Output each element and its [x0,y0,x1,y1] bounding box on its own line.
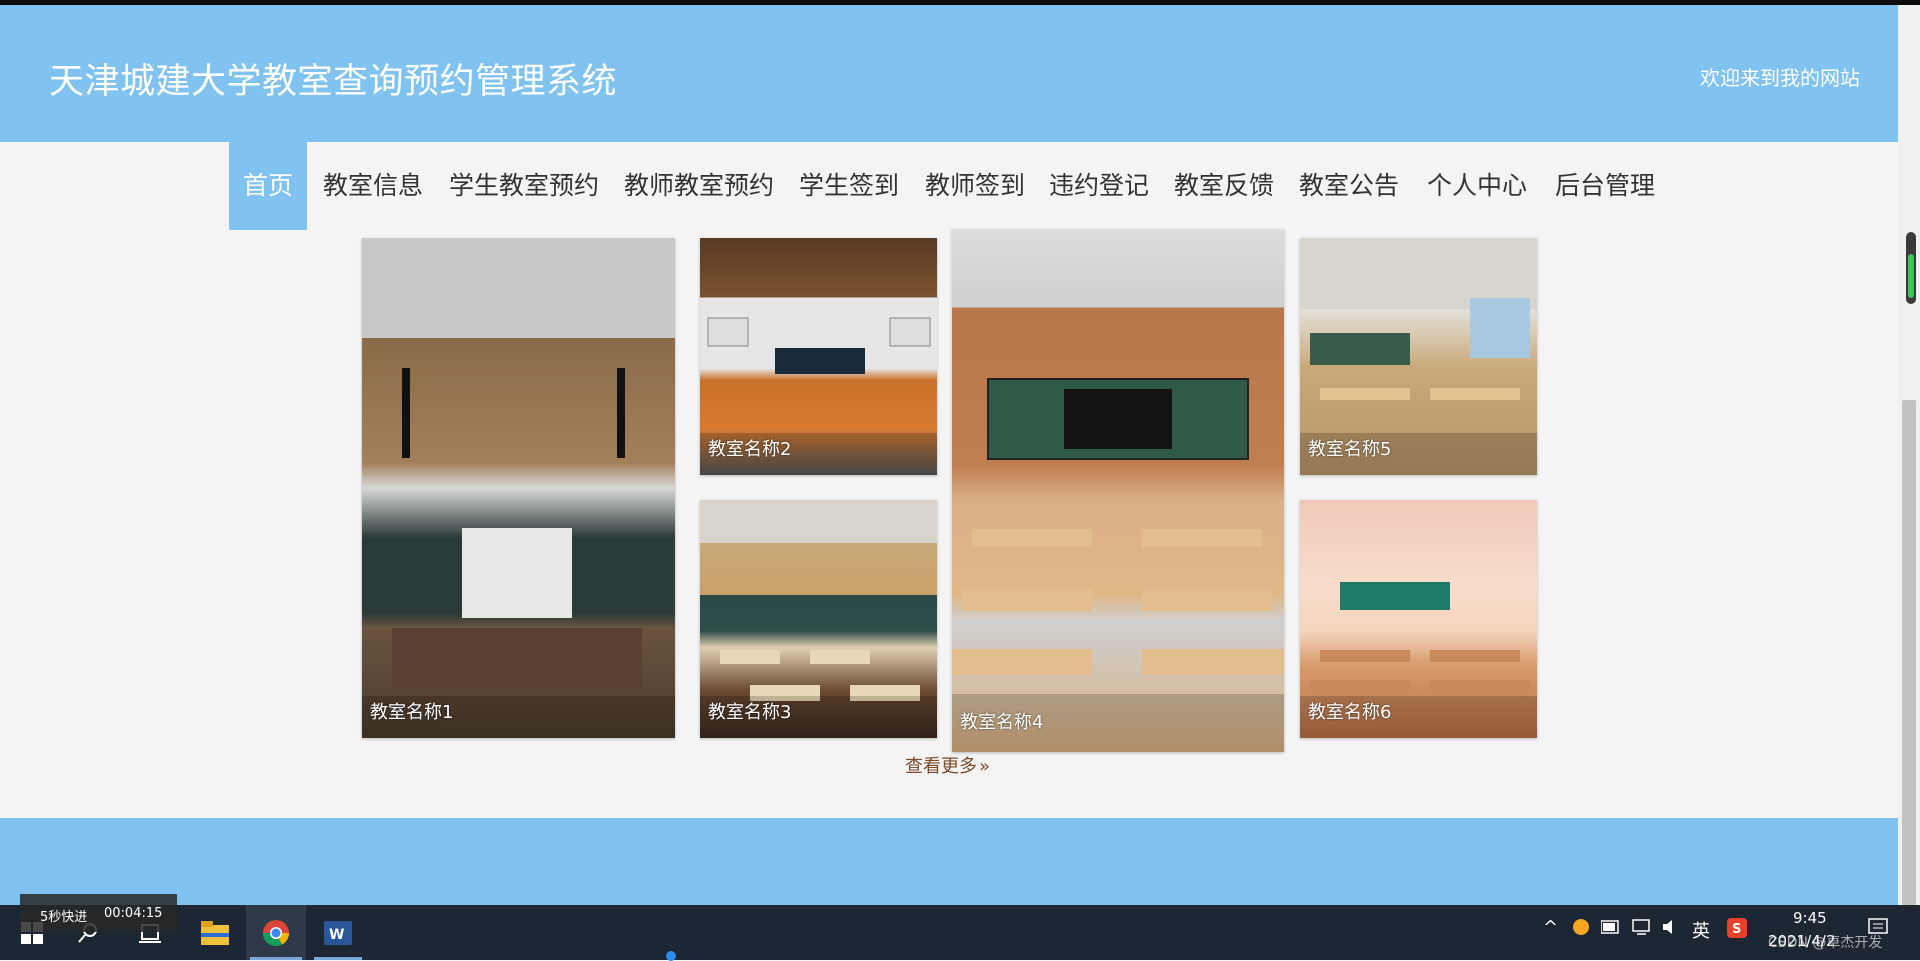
nav-item-home[interactable]: 首页 [229,142,307,230]
view-more-label: 查看更多 [905,756,977,777]
site-footer [0,818,1898,905]
watermark-text: CSDN @卓杰开发 [1768,935,1883,951]
nav-item-teacher-reservation[interactable]: 教师教室预约 [621,142,777,230]
page-scrollbar[interactable] [1898,5,1920,905]
svg-text:W: W [329,927,344,943]
classroom-name-3: 教室名称3 [708,702,792,723]
chevron-up-icon[interactable]: ^ [1543,917,1558,938]
nav-item-violation-record[interactable]: 违约登记 [1046,142,1152,230]
recording-overlay: 5秒快进 00:04:15 [20,894,177,932]
nav-item-admin[interactable]: 后台管理 [1552,142,1658,230]
nav-item-student-reservation[interactable]: 学生教室预约 [446,142,602,230]
double-chevron-right-icon: » [979,756,991,777]
chrome-icon[interactable] [246,905,306,960]
classroom-tile-6[interactable]: 教室名称6 [1300,500,1537,738]
fast-forward-label: 5秒快进 [40,910,88,925]
classroom-name-1: 教室名称1 [370,702,454,723]
classroom-name-6: 教室名称6 [1308,702,1392,723]
welcome-text: 欢迎来到我的网站 [1700,66,1860,90]
notification-icon[interactable] [1868,918,1890,942]
ime-indicator[interactable]: 英 [1692,917,1710,943]
classroom-tile-1[interactable]: 教室名称1 [362,238,675,738]
nav-item-classroom-info[interactable]: 教室信息 [320,142,426,230]
battery-icon[interactable] [1600,920,1621,938]
classroom-name-4: 教室名称4 [960,712,1044,733]
classroom-tile-4[interactable]: 教室名称4 [952,229,1284,752]
classroom-name-2: 教室名称2 [708,439,792,460]
site-title[interactable]: 天津城建大学教室查询预约管理系统 [49,53,617,104]
svg-text:S: S [1732,922,1741,937]
nav-item-classroom-notice[interactable]: 教室公告 [1296,142,1402,230]
side-widget-icon[interactable] [1906,232,1916,304]
qq-icon[interactable] [1572,918,1590,940]
file-explorer-icon[interactable] [190,905,240,960]
recording-time: 00:04:15 [104,906,163,921]
classroom-tile-5[interactable]: 教室名称5 [1300,238,1537,475]
nav-item-classroom-feedback[interactable]: 教室反馈 [1171,142,1277,230]
word-icon[interactable]: W [310,905,366,960]
nav-item-teacher-checkin[interactable]: 教师签到 [922,142,1028,230]
site-header: 天津城建大学教室查询预约管理系统 欢迎来到我的网站 [0,5,1898,142]
main-nav: 首页 教室信息 学生教室预约 教师教室预约 学生签到 教师签到 违约登记 教室反… [0,142,1898,230]
scrollbar-thumb[interactable] [1902,400,1916,905]
classroom-image-1 [362,238,675,738]
sogou-icon[interactable]: S [1727,918,1747,942]
nav-item-student-checkin[interactable]: 学生签到 [796,142,902,230]
volume-icon[interactable] [1661,918,1681,940]
classroom-tile-3[interactable]: 教室名称3 [700,500,937,738]
classroom-image-4 [952,229,1284,752]
nav-item-personal-center[interactable]: 个人中心 [1424,142,1530,230]
network-icon[interactable] [1632,918,1652,940]
clock-time[interactable]: 9:45 [1793,909,1827,927]
classroom-tile-2[interactable]: 教室名称2 [700,238,937,475]
classroom-name-5: 教室名称5 [1308,439,1392,460]
view-more-link[interactable]: 查看更多» [905,752,990,778]
